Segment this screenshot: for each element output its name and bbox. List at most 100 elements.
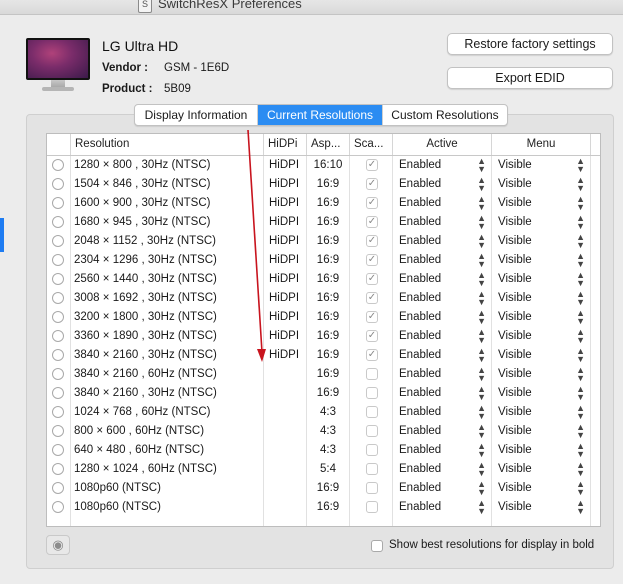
table-row[interactable]: 800 × 600 , 60Hz (NTSC) 4:3 Enabled ▲ ▼ Visib… (47, 422, 600, 441)
scaled-checkbox[interactable]: ✓ (366, 178, 378, 190)
scaled-checkbox[interactable]: ✓ (366, 273, 378, 285)
active-popup[interactable]: Enabled ▲ ▼ (393, 327, 491, 346)
row-select-radio[interactable] (52, 368, 64, 380)
menu-popup[interactable]: Visible ▲ ▼ (492, 194, 590, 213)
header-menu[interactable]: Menu (492, 134, 591, 155)
header-hidpi[interactable]: HiDPi (264, 134, 307, 155)
scaled-checkbox[interactable] (366, 463, 378, 475)
table-row[interactable]: 3840 × 2160 , 30Hz (NTSC) 16:9 Enabled ▲ ▼ Vi… (47, 384, 600, 403)
row-select-radio[interactable] (52, 444, 64, 456)
active-popup[interactable]: Enabled ▲ ▼ (393, 308, 491, 327)
menu-popup[interactable]: Visible ▲ ▼ (492, 251, 590, 270)
table-row[interactable]: 2304 × 1296 , 30Hz (NTSC) HiDPI 16:9 ✓ Enabl… (47, 251, 600, 270)
eye-icon[interactable]: ◉ (46, 535, 70, 555)
scaled-checkbox[interactable]: ✓ (366, 197, 378, 209)
menu-popup[interactable]: Visible ▲ ▼ (492, 289, 590, 308)
table-row[interactable]: 3840 × 2160 , 30Hz (NTSC) HiDPI 16:9 ✓ Enabl… (47, 346, 600, 365)
active-popup[interactable]: Enabled ▲ ▼ (393, 479, 491, 498)
header-active[interactable]: Active (393, 134, 492, 155)
menu-popup[interactable]: Visible ▲ ▼ (492, 270, 590, 289)
active-popup[interactable]: Enabled ▲ ▼ (393, 403, 491, 422)
table-row[interactable]: 640 × 480 , 60Hz (NTSC) 4:3 Enabled ▲ ▼ Visib… (47, 441, 600, 460)
table-row[interactable]: 1080p60 (NTSC) 16:9 Enabled ▲ ▼ Visible ▲ ▼ (47, 479, 600, 498)
menu-popup[interactable]: Visible ▲ ▼ (492, 346, 590, 365)
scaled-checkbox[interactable]: ✓ (366, 235, 378, 247)
row-select-radio[interactable] (52, 273, 64, 285)
table-row[interactable]: 1680 × 945 , 30Hz (NTSC) HiDPI 16:9 ✓ Enable… (47, 213, 600, 232)
menu-popup[interactable]: Visible ▲ ▼ (492, 479, 590, 498)
row-select-radio[interactable] (52, 330, 64, 342)
scaled-checkbox[interactable]: ✓ (366, 254, 378, 266)
active-popup[interactable]: Enabled ▲ ▼ (393, 232, 491, 251)
active-popup[interactable]: Enabled ▲ ▼ (393, 441, 491, 460)
row-select-radio[interactable] (52, 501, 64, 513)
active-popup[interactable]: Enabled ▲ ▼ (393, 498, 491, 517)
active-popup[interactable]: Enabled ▲ ▼ (393, 251, 491, 270)
scaled-checkbox[interactable] (366, 444, 378, 456)
scaled-checkbox[interactable] (366, 387, 378, 399)
header-scaled[interactable]: Sca... (350, 134, 393, 155)
menu-popup[interactable]: Visible ▲ ▼ (492, 498, 590, 517)
show-best-checkbox[interactable] (371, 540, 383, 552)
row-select-radio[interactable] (52, 235, 64, 247)
menu-popup[interactable]: Visible ▲ ▼ (492, 232, 590, 251)
table-row[interactable]: 3360 × 1890 , 30Hz (NTSC) HiDPI 16:9 ✓ Enabl… (47, 327, 600, 346)
menu-popup[interactable]: Visible ▲ ▼ (492, 403, 590, 422)
row-select-radio[interactable] (52, 349, 64, 361)
row-select-radio[interactable] (52, 482, 64, 494)
scaled-checkbox[interactable] (366, 368, 378, 380)
active-popup[interactable]: Enabled ▲ ▼ (393, 289, 491, 308)
scaled-checkbox[interactable]: ✓ (366, 311, 378, 323)
menu-popup[interactable]: Visible ▲ ▼ (492, 441, 590, 460)
menu-popup[interactable]: Visible ▲ ▼ (492, 156, 590, 175)
table-row[interactable]: 2560 × 1440 , 30Hz (NTSC) HiDPI 16:9 ✓ Enabl… (47, 270, 600, 289)
tab-display-information[interactable]: Display Information (135, 105, 258, 125)
table-row[interactable]: 1024 × 768 , 60Hz (NTSC) 4:3 Enabled ▲ ▼ Visi… (47, 403, 600, 422)
row-select-radio[interactable] (52, 463, 64, 475)
row-select-radio[interactable] (52, 425, 64, 437)
row-select-radio[interactable] (52, 197, 64, 209)
header-aspect[interactable]: Asp... (307, 134, 350, 155)
active-popup[interactable]: Enabled ▲ ▼ (393, 270, 491, 289)
active-popup[interactable]: Enabled ▲ ▼ (393, 213, 491, 232)
scaled-checkbox[interactable]: ✓ (366, 159, 378, 171)
restore-factory-settings-button[interactable]: Restore factory settings (447, 33, 613, 55)
scaled-checkbox[interactable] (366, 501, 378, 513)
table-row[interactable]: 1280 × 800 , 30Hz (NTSC) HiDPI 16:10 ✓ Enabl… (47, 156, 600, 175)
row-select-radio[interactable] (52, 159, 64, 171)
scaled-checkbox[interactable]: ✓ (366, 349, 378, 361)
table-row[interactable]: 1080p60 (NTSC) 16:9 Enabled ▲ ▼ Visible ▲ ▼ (47, 498, 600, 517)
menu-popup[interactable]: Visible ▲ ▼ (492, 213, 590, 232)
menu-popup[interactable]: Visible ▲ ▼ (492, 327, 590, 346)
menu-popup[interactable]: Visible ▲ ▼ (492, 460, 590, 479)
menu-popup[interactable]: Visible ▲ ▼ (492, 422, 590, 441)
menu-popup[interactable]: Visible ▲ ▼ (492, 365, 590, 384)
row-select-radio[interactable] (52, 387, 64, 399)
table-row[interactable]: 1504 × 846 , 30Hz (NTSC) HiDPI 16:9 ✓ Enable… (47, 175, 600, 194)
row-select-radio[interactable] (52, 178, 64, 190)
header-resolution[interactable]: Resolution (71, 134, 264, 155)
active-popup[interactable]: Enabled ▲ ▼ (393, 460, 491, 479)
scaled-checkbox[interactable]: ✓ (366, 216, 378, 228)
active-popup[interactable]: Enabled ▲ ▼ (393, 384, 491, 403)
table-row[interactable]: 3008 × 1692 , 30Hz (NTSC) HiDPI 16:9 ✓ Enabl… (47, 289, 600, 308)
scaled-checkbox[interactable]: ✓ (366, 330, 378, 342)
scaled-checkbox[interactable] (366, 482, 378, 494)
active-popup[interactable]: Enabled ▲ ▼ (393, 156, 491, 175)
active-popup[interactable]: Enabled ▲ ▼ (393, 194, 491, 213)
menu-popup[interactable]: Visible ▲ ▼ (492, 308, 590, 327)
row-select-radio[interactable] (52, 216, 64, 228)
menu-popup[interactable]: Visible ▲ ▼ (492, 384, 590, 403)
table-row[interactable]: 1600 × 900 , 30Hz (NTSC) HiDPI 16:9 ✓ Enable… (47, 194, 600, 213)
active-popup[interactable]: Enabled ▲ ▼ (393, 365, 491, 384)
row-select-radio[interactable] (52, 292, 64, 304)
scaled-checkbox[interactable] (366, 406, 378, 418)
menu-popup[interactable]: Visible ▲ ▼ (492, 175, 590, 194)
tab-current-resolutions[interactable]: Current Resolutions (258, 105, 383, 125)
row-select-radio[interactable] (52, 254, 64, 266)
scaled-checkbox[interactable] (366, 425, 378, 437)
row-select-radio[interactable] (52, 406, 64, 418)
active-popup[interactable]: Enabled ▲ ▼ (393, 175, 491, 194)
scaled-checkbox[interactable]: ✓ (366, 292, 378, 304)
tab-custom-resolutions[interactable]: Custom Resolutions (383, 105, 507, 125)
